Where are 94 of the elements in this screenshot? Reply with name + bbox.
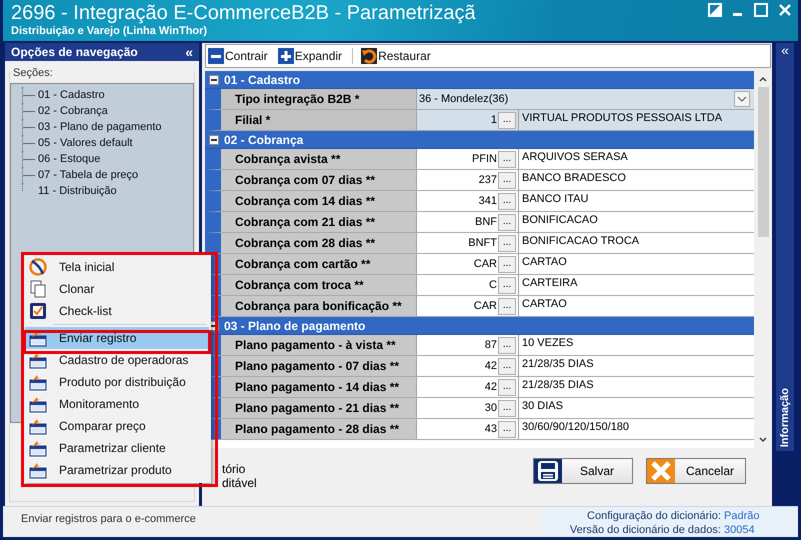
- lookup-button[interactable]: ...: [498, 378, 516, 396]
- lookup-button[interactable]: ...: [498, 192, 516, 210]
- menu-item[interactable]: Monitoramento: [23, 393, 211, 415]
- field-label: Cobrança com 14 dias **: [221, 191, 417, 211]
- legend-text: ditável: [222, 476, 257, 490]
- menu-item[interactable]: Produto por distribuição: [23, 371, 211, 393]
- sections-label: Seções:: [13, 67, 54, 79]
- field-label: Plano pagamento - à vista **: [221, 335, 417, 355]
- field-label: Plano pagamento - 28 dias **: [221, 419, 417, 439]
- description-cell-text: BONIFICACAO TROCA: [521, 234, 640, 249]
- lookup-button[interactable]: ...: [498, 214, 516, 230]
- config-label: Configuração do dicionário:: [587, 510, 721, 522]
- expand-button[interactable]: «: [781, 44, 789, 56]
- nav-panel-title: Opções de navegação: [11, 45, 138, 59]
- tree-item[interactable]: 01 - Cadastro: [38, 89, 105, 101]
- tree-item[interactable]: 05 - Valores default: [38, 137, 133, 149]
- code-cell[interactable]: BNFT: [417, 233, 498, 253]
- tree-item[interactable]: 11 - Distribuição: [38, 185, 117, 197]
- code-cell[interactable]: 30: [417, 398, 498, 418]
- field-label: Plano pagamento - 07 dias **: [221, 356, 417, 376]
- tree-item[interactable]: 07 - Tabela de preço: [38, 169, 138, 181]
- cancel-button[interactable]: Cancelar: [646, 458, 746, 484]
- description-cell: VIRTUAL PRODUTOS PESSOAIS LTDA: [519, 110, 754, 130]
- description-cell-text: BANCO ITAU: [521, 192, 590, 207]
- lookup-button[interactable]: ...: [498, 150, 516, 168]
- tree-item[interactable]: 03 - Plano de pagamento: [38, 121, 162, 133]
- menu-item[interactable]: Cadastro de operadoras: [23, 349, 211, 371]
- lookup-button[interactable]: ...: [498, 358, 516, 374]
- toolbar-button[interactable]: Contrair: [208, 48, 268, 64]
- version-value: 30054: [724, 523, 756, 537]
- code-cell[interactable]: C: [417, 275, 498, 295]
- field-label: Cobrança com 21 dias **: [221, 212, 417, 232]
- code-cell[interactable]: 42: [417, 356, 498, 376]
- field-label: Plano pagamento - 21 dias **: [221, 398, 417, 418]
- lookup-button[interactable]: ...: [498, 298, 516, 314]
- menu-item[interactable]: Parametrizar cliente: [23, 437, 211, 459]
- code-cell[interactable]: 87: [417, 335, 498, 355]
- description-cell-text: ARQUIVOS SERASA: [521, 150, 629, 165]
- save-button[interactable]: Salvar: [533, 458, 633, 484]
- dropdown-field[interactable]: 36 - Mondelez(36): [417, 89, 754, 109]
- field-label: Cobrança com 07 dias **: [221, 170, 417, 190]
- lookup-button[interactable]: ...: [498, 400, 516, 416]
- code-cell[interactable]: 43: [417, 419, 498, 439]
- description-cell-text: 21/28/35 DIAS: [521, 378, 595, 393]
- code-cell[interactable]: CAR: [417, 296, 498, 316]
- field-label: Cobrança para bonificação **: [221, 296, 417, 316]
- lookup-button[interactable]: ...: [498, 420, 516, 438]
- description-cell-text: CARTAO: [521, 255, 568, 270]
- group-header[interactable]: 01 - Cadastro: [205, 71, 754, 89]
- lookup-button[interactable]: ...: [498, 336, 516, 354]
- description-cell-text: 30/60/90/120/150/180: [521, 420, 630, 435]
- lookup-button[interactable]: ...: [498, 172, 516, 188]
- tree-item[interactable]: 02 - Cobrança: [38, 105, 108, 117]
- lookup-button[interactable]: ...: [498, 234, 516, 252]
- description-cell-text: CARTEIRA: [521, 276, 578, 291]
- code-cell[interactable]: CAR: [417, 254, 498, 274]
- menu-item[interactable]: Clonar: [23, 278, 211, 300]
- code-cell[interactable]: 42: [417, 377, 498, 397]
- description-cell-text: 21/28/35 DIAS: [521, 357, 595, 372]
- description-cell-text: CARTAO: [521, 297, 568, 312]
- group-header[interactable]: 02 - Cobrança: [205, 131, 754, 149]
- field-label: Cobrança com 28 dias **: [221, 233, 417, 253]
- code-cell[interactable]: BNF: [417, 212, 498, 232]
- description-cell-text: BONIFICACAO: [521, 213, 599, 228]
- field-label: Plano pagamento - 14 dias **: [221, 377, 417, 397]
- tree-item[interactable]: 06 - Estoque: [38, 153, 100, 165]
- collapse-button[interactable]: «: [185, 46, 193, 58]
- code-cell[interactable]: 1: [417, 110, 498, 130]
- version-label: Versão do dicionário de dados:: [570, 524, 721, 536]
- legend-text: tório: [222, 462, 246, 476]
- code-cell[interactable]: 237: [417, 170, 498, 190]
- lookup-button[interactable]: ...: [498, 112, 516, 128]
- config-value: Padrão: [724, 509, 760, 523]
- lookup-button[interactable]: ...: [498, 256, 516, 272]
- info-side-tab[interactable]: « Informação: [776, 43, 794, 451]
- menu-item[interactable]: Tela inicial: [23, 256, 211, 278]
- code-cell[interactable]: PFIN: [417, 149, 498, 169]
- field-label: Cobrança com cartão **: [221, 254, 417, 274]
- description-cell-text: 30 DIAS: [521, 399, 564, 414]
- status-message: Enviar registros para o e-commerce: [20, 512, 196, 527]
- code-cell[interactable]: 341: [417, 191, 498, 211]
- toolbar-button[interactable]: Restaurar: [352, 48, 431, 64]
- window-subtitle: Distribuição e Varejo (Linha WinThor): [11, 25, 208, 38]
- field-label: Cobrança avista **: [221, 149, 417, 169]
- description-cell-text: BANCO BRADESCO: [521, 171, 627, 186]
- window-title: 2696 - Integração E-CommerceB2B - Parametrizaçã: [11, 1, 476, 25]
- toolbar-button[interactable]: Expandir: [278, 48, 342, 64]
- lookup-button[interactable]: ...: [498, 276, 516, 294]
- menu-item[interactable]: Parametrizar produto: [23, 459, 211, 481]
- menu-item[interactable]: Comparar preço: [23, 415, 211, 437]
- field-label: Cobrança com troca **: [221, 275, 417, 295]
- description-cell-text: 10 VEZES: [521, 336, 574, 351]
- field-label: Filial *: [221, 110, 417, 130]
- field-label: Tipo integração B2B *: [221, 89, 417, 109]
